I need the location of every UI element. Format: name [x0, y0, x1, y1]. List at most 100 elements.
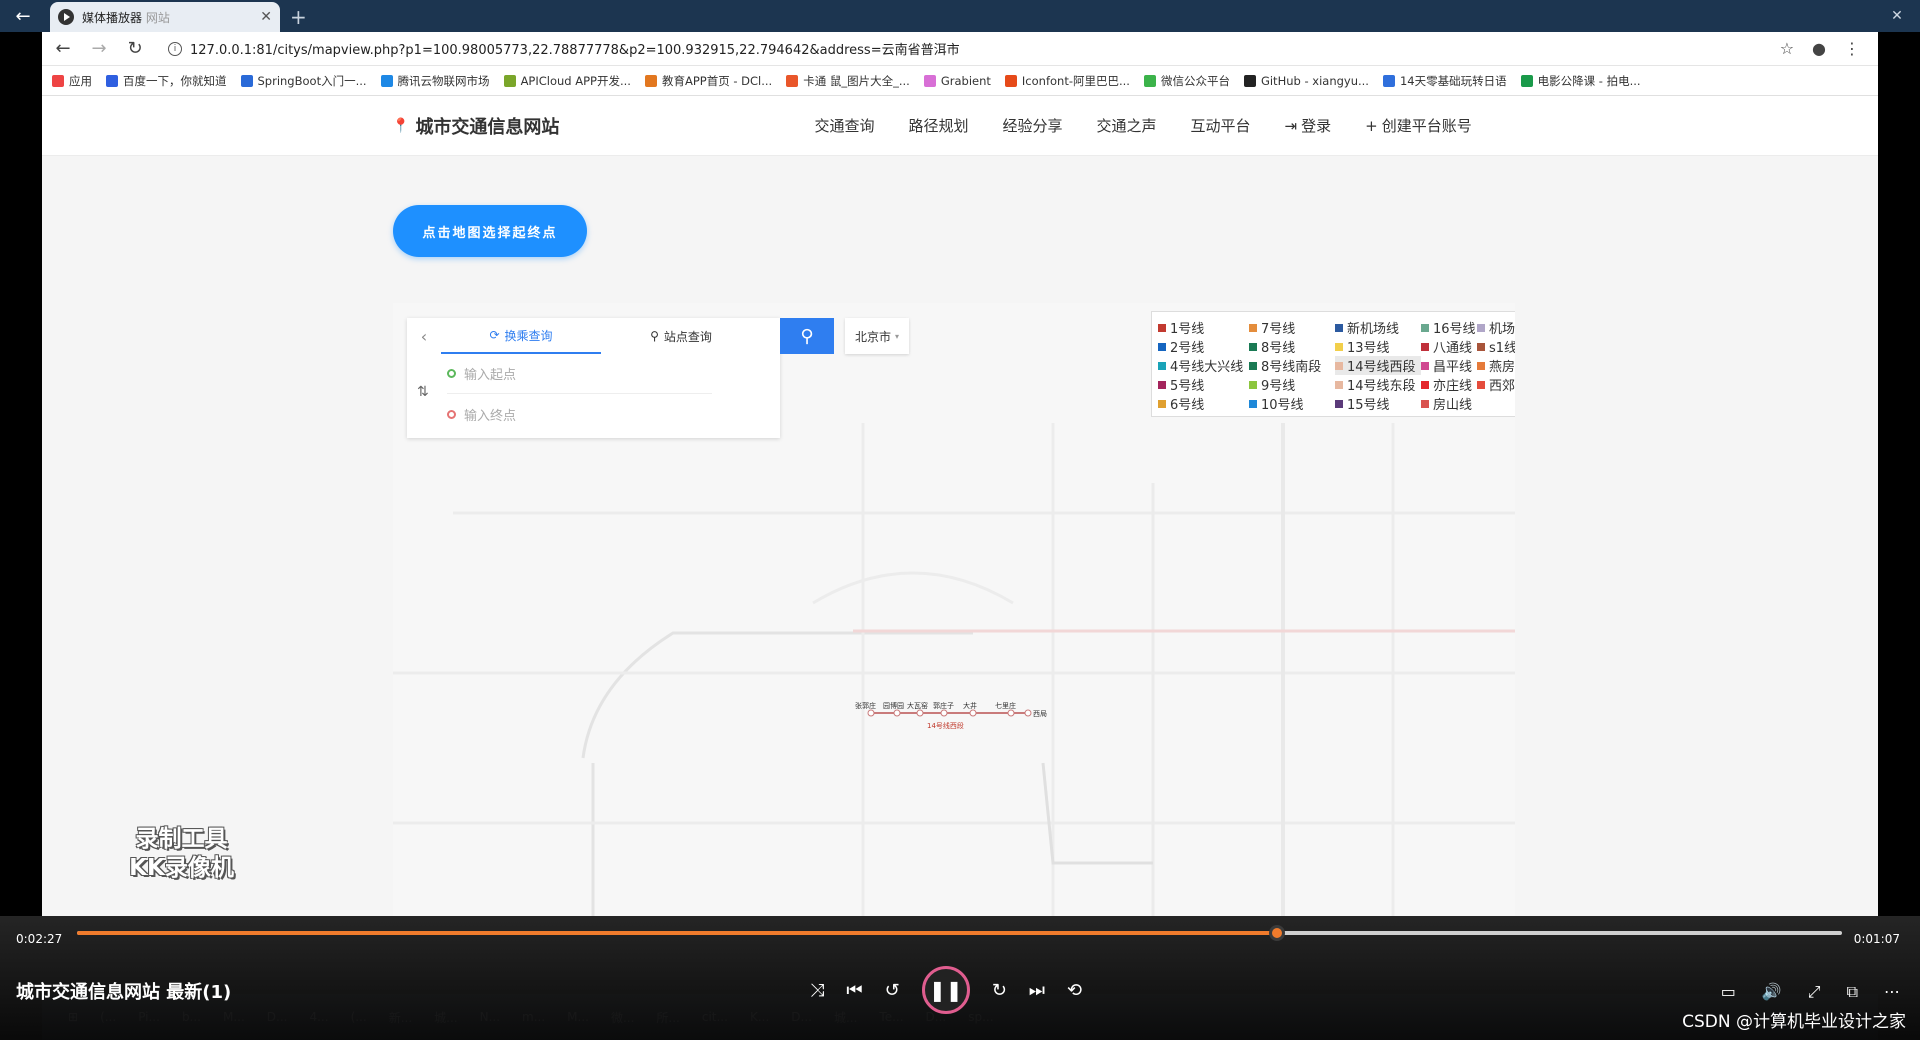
- forward-30-icon[interactable]: ↻: [992, 980, 1007, 1001]
- chevron-left-icon[interactable]: ‹: [407, 327, 441, 346]
- legend-item[interactable]: 16号线: [1421, 318, 1477, 337]
- bookmark-label: 卡通 鼠_图片大全_...: [803, 73, 910, 88]
- bookmark-item[interactable]: 14天零基础玩转日语: [1382, 73, 1507, 89]
- station-label[interactable]: 园博园: [883, 701, 904, 711]
- legend-item[interactable]: 14号线东段: [1335, 375, 1421, 394]
- menu-icon[interactable]: ⋮: [1844, 39, 1860, 58]
- legend-item[interactable]: 13号线: [1335, 337, 1421, 356]
- reload-icon[interactable]: ↻: [122, 38, 148, 59]
- station-label[interactable]: 郭庄子: [933, 701, 954, 711]
- legend-item[interactable]: 15号线: [1335, 394, 1421, 413]
- profile-icon[interactable]: ●: [1812, 39, 1826, 58]
- browser-tab[interactable]: 媒体播放器 网站 ✕: [50, 2, 280, 32]
- forward-icon[interactable]: →: [86, 38, 112, 59]
- fullscreen-icon[interactable]: ⤢: [1808, 982, 1821, 1002]
- legend-item[interactable]: 9号线: [1249, 375, 1335, 394]
- nav-experience[interactable]: 经验分享: [1002, 115, 1062, 136]
- rewind-10-icon[interactable]: ↺: [885, 980, 900, 1001]
- legend-label: 机场线: [1489, 322, 1515, 337]
- bookmark-item[interactable]: Iconfont-阿里巴巴...: [1004, 73, 1130, 89]
- swap-icon[interactable]: ⇅: [417, 384, 429, 400]
- site-info-icon[interactable]: i: [168, 41, 182, 56]
- start-dot-icon: [447, 369, 456, 378]
- legend-item[interactable]: 5号线: [1158, 375, 1249, 394]
- site-page: 📍 城市交通信息网站 交通查询 路径规划 经验分享 交通之声 互动平台 ⇥ 登录 …: [42, 96, 1878, 916]
- url-field[interactable]: i 127.0.0.1:81/citys/mapview.php?p1=100.…: [158, 36, 1770, 62]
- legend-item[interactable]: 燕房线: [1477, 356, 1515, 375]
- legend-item[interactable]: 6号线: [1158, 394, 1249, 413]
- legend-item[interactable]: 7号线: [1249, 318, 1335, 337]
- legend-item[interactable]: 2号线: [1158, 337, 1249, 356]
- legend-item[interactable]: 8号线: [1249, 337, 1335, 356]
- search-button[interactable]: ⚲: [780, 318, 834, 354]
- site-logo[interactable]: 📍 城市交通信息网站: [392, 113, 559, 139]
- legend-item[interactable]: 8号线南段: [1249, 356, 1335, 375]
- site-nav: 交通查询 路径规划 经验分享 交通之声 互动平台 ⇥ 登录 + 创建平台账号: [814, 115, 1471, 136]
- repeat-off-icon[interactable]: ⟲: [1067, 980, 1082, 1001]
- mini-view-icon[interactable]: ⧉: [1847, 982, 1858, 1002]
- legend-item[interactable]: 八通线: [1421, 337, 1477, 356]
- bookmark-item[interactable]: GitHub - xiangyu...: [1243, 74, 1369, 88]
- subway-map[interactable]: 张郭庄 园博园 大瓦窑 郭庄子 大井 七里庄 西局 14号线西段 ‹ ⟳ 换乘查询…: [393, 303, 1515, 916]
- subtitles-icon[interactable]: ▭: [1721, 982, 1736, 1002]
- start-input[interactable]: 输入起点: [447, 354, 712, 394]
- pause-button[interactable]: ❚❚: [921, 966, 970, 1014]
- close-icon[interactable]: ✕: [1874, 0, 1920, 32]
- bookmark-item[interactable]: Grabient: [923, 74, 991, 88]
- more-icon[interactable]: ⋯: [1884, 982, 1900, 1002]
- station-label[interactable]: 大瓦窑: [907, 701, 928, 711]
- nav-traffic-voice[interactable]: 交通之声: [1096, 115, 1156, 136]
- station-label[interactable]: 七里庄: [995, 701, 1016, 711]
- bookmark-item[interactable]: 教育APP首页 - DCl...: [644, 73, 772, 89]
- legend-item[interactable]: 1号线: [1158, 318, 1249, 337]
- legend-item[interactable]: 4号线大兴线: [1158, 356, 1249, 375]
- progress-bar[interactable]: [77, 925, 1842, 941]
- star-icon[interactable]: ☆: [1780, 39, 1794, 58]
- tab-transfer-query[interactable]: ⟳ 换乘查询: [441, 318, 601, 354]
- legend-item[interactable]: 机场线: [1477, 318, 1515, 337]
- nav-register[interactable]: + 创建平台账号: [1365, 115, 1472, 136]
- map-pin-icon: 📍: [392, 117, 410, 134]
- nav-route-planning[interactable]: 路径规划: [908, 115, 968, 136]
- end-input[interactable]: 输入终点: [447, 394, 712, 434]
- station-label[interactable]: 大井: [963, 701, 977, 711]
- bookmark-item[interactable]: 百度一下，你就知道: [106, 73, 227, 89]
- bookmark-icon: [503, 74, 516, 87]
- new-tab-button[interactable]: +: [290, 2, 307, 32]
- bookmark-item[interactable]: SpringBoot入门一...: [240, 73, 367, 89]
- tab-station-query[interactable]: ⚲ 站点查询: [601, 318, 761, 354]
- legend-item[interactable]: s1线: [1477, 337, 1515, 356]
- legend-item[interactable]: 10号线: [1249, 394, 1335, 413]
- nav-interaction[interactable]: 互动平台: [1191, 115, 1251, 136]
- video-title: 城市交通信息网站 最新(1): [16, 982, 232, 1003]
- legend-item[interactable]: 14号线西段: [1335, 356, 1421, 375]
- arrow-left-icon[interactable]: ←: [0, 0, 46, 32]
- shuffle-icon[interactable]: ⤨: [810, 980, 824, 1001]
- legend-item[interactable]: 昌平线: [1421, 356, 1477, 375]
- nav-traffic-query[interactable]: 交通查询: [814, 115, 874, 136]
- pick-on-map-button[interactable]: 点击地图选择起终点: [393, 205, 587, 257]
- bookmark-item[interactable]: 应用: [52, 73, 92, 89]
- city-select[interactable]: 北京市 ▾: [845, 318, 909, 354]
- back-icon[interactable]: ←: [50, 38, 76, 59]
- progress-thumb[interactable]: [1269, 925, 1286, 941]
- next-icon[interactable]: ⏭: [1029, 980, 1045, 1001]
- volume-icon[interactable]: 🔊: [1762, 982, 1782, 1002]
- bookmark-item[interactable]: 电影公降课 - 拍电...: [1520, 73, 1641, 89]
- close-tab-icon[interactable]: ✕: [260, 9, 272, 25]
- legend-item[interactable]: 西郊线: [1477, 375, 1515, 394]
- bookmark-item[interactable]: 卡通 鼠_图片大全_...: [786, 73, 910, 89]
- legend-item[interactable]: 亦庄线: [1421, 375, 1477, 394]
- previous-icon[interactable]: ⏮: [846, 980, 862, 1001]
- bookmark-item[interactable]: 腾讯云物联网市场: [380, 73, 490, 89]
- end-dot-icon: [447, 409, 456, 419]
- nav-login[interactable]: ⇥ 登录: [1285, 115, 1332, 136]
- bookmark-label: 微信公众平台: [1160, 73, 1230, 88]
- station-label[interactable]: 张郭庄: [855, 701, 876, 711]
- tab-station-label: 站点查询: [663, 329, 712, 344]
- station-label[interactable]: 西局: [1033, 709, 1047, 719]
- legend-item[interactable]: 房山线: [1421, 394, 1477, 413]
- legend-item[interactable]: 新机场线: [1335, 318, 1421, 337]
- bookmark-item[interactable]: APICloud APP开发...: [503, 73, 631, 89]
- bookmark-item[interactable]: 微信公众平台: [1143, 73, 1230, 89]
